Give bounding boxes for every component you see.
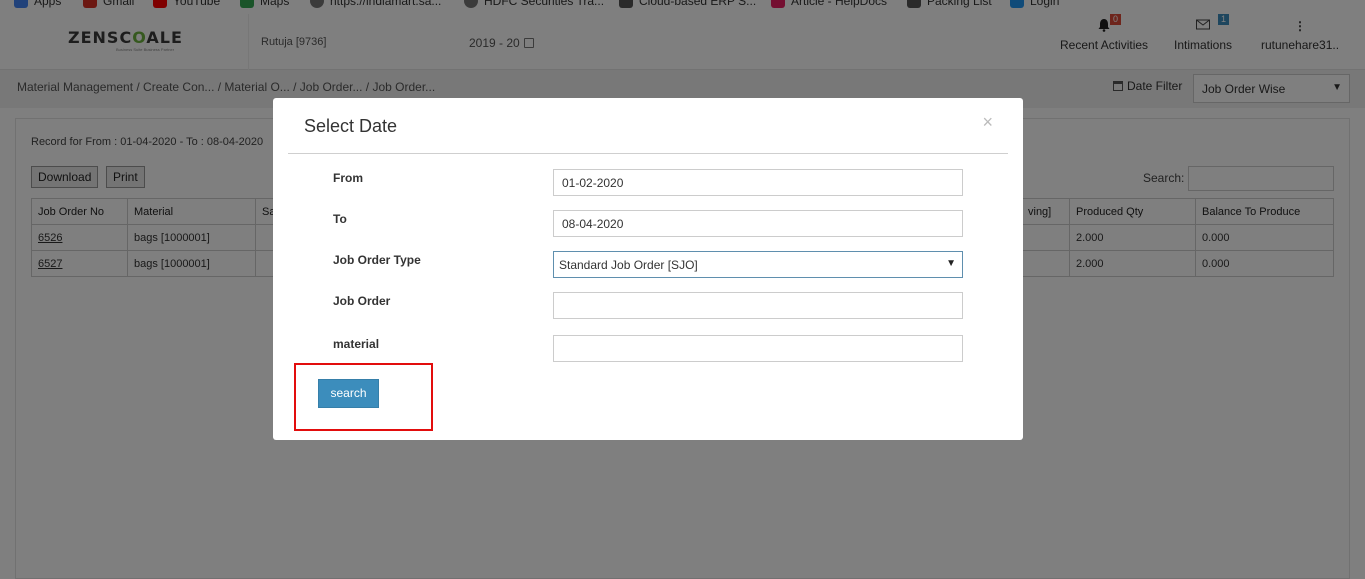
job-order-type-value: Standard Job Order [SJO] (559, 258, 698, 272)
job-order-type-label: Job Order Type (333, 253, 421, 267)
from-label: From (333, 171, 363, 185)
from-date-field[interactable]: 01-02-2020 (553, 169, 963, 196)
to-label: To (333, 212, 347, 226)
job-order-label: Job Order (333, 294, 391, 308)
close-icon[interactable]: × (982, 112, 993, 133)
chevron-down-icon: ▼ (946, 258, 956, 269)
to-date-field[interactable]: 08-04-2020 (553, 210, 963, 237)
search-button[interactable]: search (318, 379, 379, 408)
job-order-field[interactable] (553, 292, 963, 319)
modal-divider (288, 153, 1008, 154)
material-field[interactable] (553, 335, 963, 362)
material-label: material (333, 337, 380, 351)
modal-title: Select Date (304, 116, 398, 136)
job-order-type-select[interactable]: Standard Job Order [SJO] ▼ (553, 251, 963, 278)
select-date-modal: Select Date × From 01-02-2020 To 08-04-2… (273, 98, 1023, 440)
